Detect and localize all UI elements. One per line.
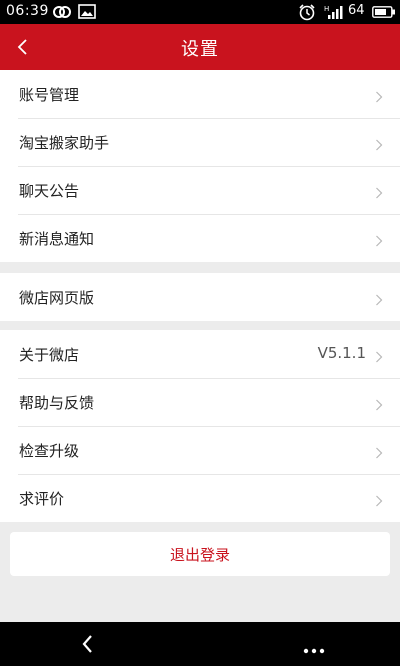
chevron-right-icon: [375, 291, 383, 306]
signal-icon: H: [324, 4, 344, 24]
chevron-right-icon: [375, 136, 383, 151]
more-dots-icon[interactable]: [302, 640, 326, 654]
settings-row-help-feedback[interactable]: 帮助与反馈: [0, 378, 400, 426]
link-icon: [52, 4, 72, 24]
chevron-right-icon: [375, 348, 383, 363]
image-icon: [78, 4, 96, 23]
settings-group-about: 关于微店 V5.1.1 帮助与反馈 检查升级 求评价: [0, 330, 400, 522]
settings-row-taobao-move-assistant[interactable]: 淘宝搬家助手: [0, 118, 400, 166]
settings-group-web: 微店网页版: [0, 273, 400, 321]
settings-row-web-version[interactable]: 微店网页版: [0, 273, 400, 321]
settings-row-about[interactable]: 关于微店 V5.1.1: [0, 330, 400, 378]
row-label: 关于微店: [19, 346, 80, 364]
alarm-icon: [298, 4, 316, 25]
svg-text:H: H: [324, 5, 329, 13]
row-label: 聊天公告: [19, 182, 80, 200]
row-label: 账号管理: [19, 86, 80, 104]
system-nav-bar: [0, 622, 400, 666]
settings-row-new-message-notification[interactable]: 新消息通知: [0, 214, 400, 262]
row-label: 新消息通知: [19, 230, 95, 248]
row-label: 微店网页版: [19, 289, 95, 307]
settings-row-rate-app[interactable]: 求评价: [0, 474, 400, 522]
chevron-right-icon: [375, 232, 383, 247]
status-bar: 06:39 H 64: [0, 0, 400, 24]
chevron-right-icon: [375, 444, 383, 459]
status-time: 06:39: [6, 3, 49, 19]
row-label: 检查升级: [19, 442, 80, 460]
app-header: 设置: [0, 24, 400, 70]
chevron-right-icon: [375, 396, 383, 411]
logout-label: 退出登录: [169, 546, 230, 564]
page-title: 设置: [181, 39, 219, 60]
settings-row-account-management[interactable]: 账号管理: [0, 70, 400, 118]
logout-button[interactable]: 退出登录: [10, 532, 390, 576]
chevron-right-icon: [375, 88, 383, 103]
settings-row-check-update[interactable]: 检查升级: [0, 426, 400, 474]
battery-level: 64: [348, 3, 365, 18]
row-label: 帮助与反馈: [19, 394, 95, 412]
settings-row-chat-announcement[interactable]: 聊天公告: [0, 166, 400, 214]
settings-group-account: 账号管理 淘宝搬家助手 聊天公告 新消息通知: [0, 70, 400, 262]
battery-icon: [372, 6, 396, 22]
row-label: 淘宝搬家助手: [19, 134, 110, 152]
row-label: 求评价: [19, 490, 65, 508]
chevron-right-icon: [375, 184, 383, 199]
back-arrow-icon[interactable]: [80, 634, 96, 654]
version-value: V5.1.1: [317, 344, 366, 362]
chevron-right-icon: [375, 492, 383, 507]
